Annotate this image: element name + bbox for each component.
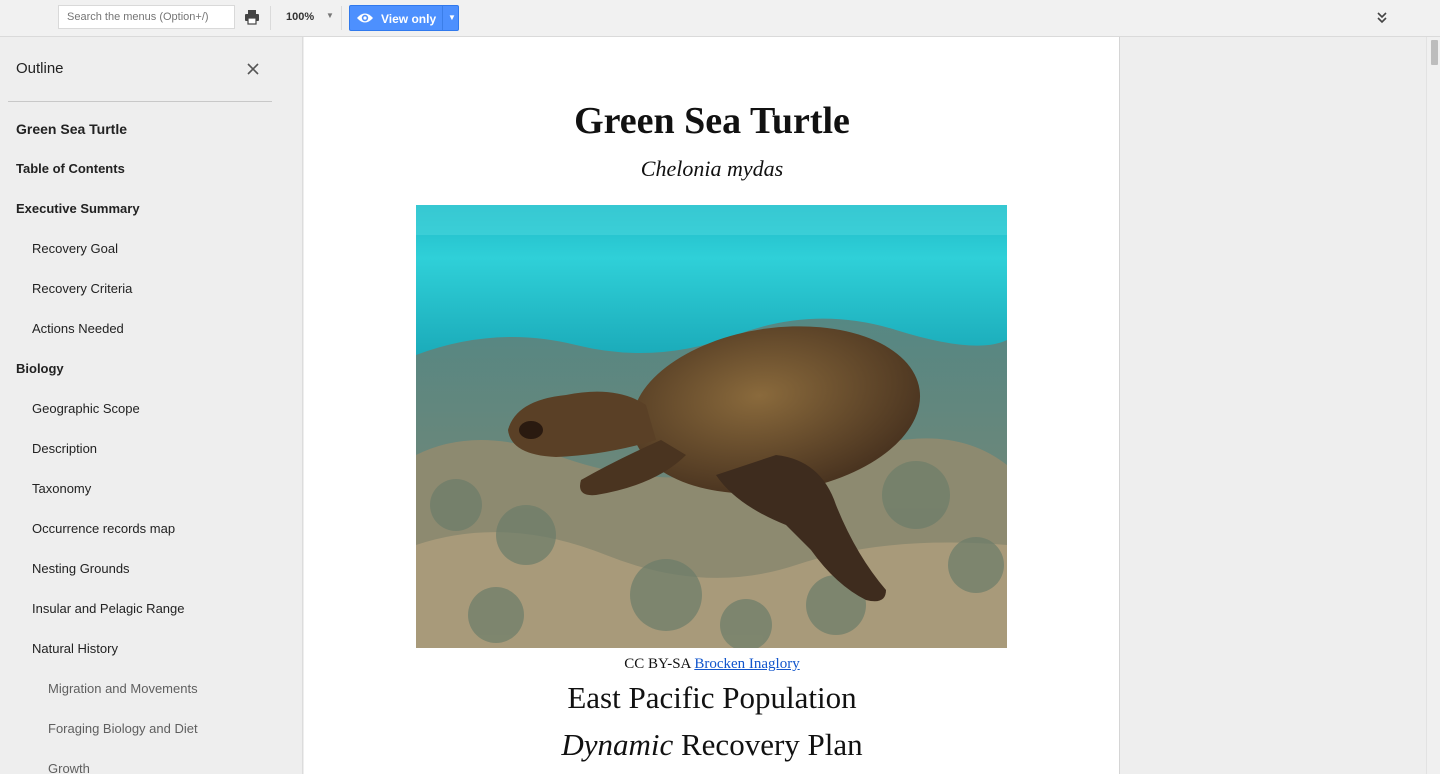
outline-item[interactable]: Recovery Criteria [0, 269, 302, 309]
sea-turtle-photo [416, 205, 1007, 648]
outline-item[interactable]: Executive Summary [0, 189, 302, 229]
outline-divider [8, 101, 272, 102]
outline-list: Green Sea Turtle Table of Contents Executi… [0, 109, 302, 774]
photographer-link[interactable]: Brocken Inaglory [694, 656, 799, 672]
license-text: CC BY-SA [624, 656, 691, 672]
outline-title: Outline [16, 60, 64, 77]
view-only-label: View only [381, 12, 437, 26]
print-icon[interactable] [243, 8, 261, 26]
outline-item[interactable]: Migration and Movements [0, 669, 302, 709]
menu-search-input[interactable] [58, 5, 235, 29]
outline-item[interactable]: Growth [0, 749, 302, 774]
outline-item[interactable]: Nesting Grounds [0, 549, 302, 589]
eye-icon [356, 11, 374, 30]
outline-item[interactable]: Geographic Scope [0, 389, 302, 429]
outline-panel: Outline Green Sea Turtle Table of Content… [0, 37, 303, 774]
document-subtitle: Chelonia mydas [640, 156, 784, 181]
recovery-plan-heading-rest: Recovery Plan [673, 727, 863, 762]
outline-item[interactable]: Insular and Pelagic Range [0, 589, 302, 629]
toolbar: 100% ▼ View only ▼ [0, 0, 1440, 37]
zoom-caret-icon[interactable]: ▼ [326, 11, 334, 20]
collapse-chevrons-icon[interactable] [1375, 10, 1389, 29]
view-mode-caret-icon[interactable]: ▼ [448, 13, 456, 22]
outline-item[interactable]: Natural History [0, 629, 302, 669]
outline-item[interactable]: Description [0, 429, 302, 469]
toolbar-divider [270, 6, 271, 30]
outline-item[interactable]: Biology [0, 349, 302, 389]
recovery-plan-heading-italic: Dynamic [561, 727, 674, 762]
photo-caption: CC BY-SA Brocken Inaglory [304, 656, 1119, 673]
outline-item[interactable]: Occurrence records map [0, 509, 302, 549]
outline-item[interactable]: Taxonomy [0, 469, 302, 509]
outline-item[interactable]: Recovery Goal [0, 229, 302, 269]
scrollbar[interactable] [1426, 37, 1440, 774]
toolbar-divider [341, 6, 342, 30]
recovery-plan-heading: Dynamic Recovery Plan [304, 727, 1119, 763]
scrollbar-thumb[interactable] [1431, 40, 1438, 65]
document-title: Green Sea Turtle [574, 100, 850, 142]
outline-item[interactable]: Green Sea Turtle [0, 109, 302, 149]
button-split-divider [442, 6, 443, 30]
view-only-button[interactable]: View only ▼ [349, 5, 459, 31]
document-page: Green Sea Turtle Chelonia mydas CC BY-SA… [304, 37, 1120, 774]
population-heading: East Pacific Population [567, 680, 857, 715]
zoom-select[interactable]: 100% [286, 11, 314, 23]
close-icon[interactable] [245, 61, 261, 77]
outline-item[interactable]: Actions Needed [0, 309, 302, 349]
outline-item[interactable]: Table of Contents [0, 149, 302, 189]
outline-item[interactable]: Foraging Biology and Diet [0, 709, 302, 749]
